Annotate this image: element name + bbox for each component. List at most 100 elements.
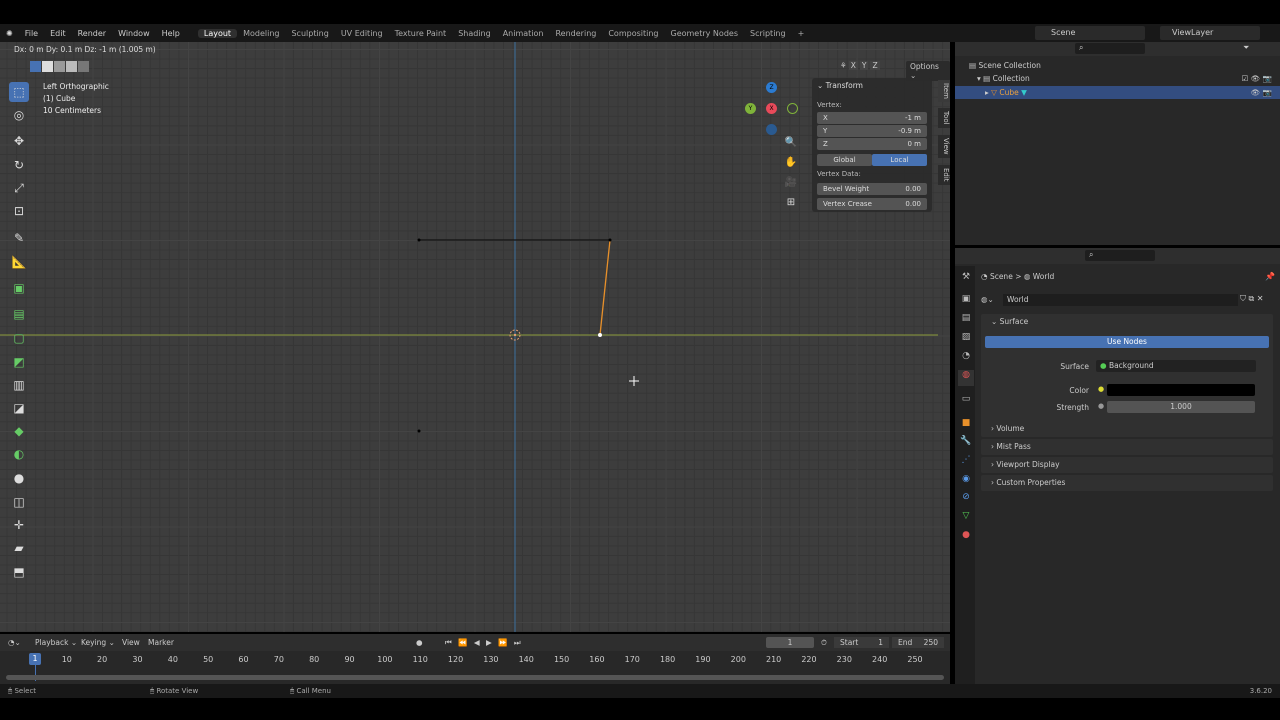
object-tab-icon[interactable]: ■ [958, 418, 974, 434]
annotate-tool[interactable]: ✎ [9, 228, 29, 248]
vertex-crease-field[interactable]: Vertex Crease 0.00 [817, 198, 927, 210]
loop-cut-tool[interactable]: ▥ [9, 375, 29, 395]
custom-properties-panel[interactable]: › Custom Properties [981, 475, 1273, 491]
surface-shader-field[interactable]: ● Background [1096, 360, 1256, 372]
menu-window[interactable]: Window [112, 29, 156, 38]
surface-panel-header[interactable]: ⌄ Surface [991, 317, 1028, 326]
tab-animation[interactable]: Animation [497, 29, 550, 38]
gizmo-z[interactable]: Z [766, 82, 777, 93]
end-frame-field[interactable]: End 250 [892, 637, 944, 648]
strength-field[interactable]: 1.000 [1107, 401, 1255, 413]
physics-tab-icon[interactable]: ◉ [958, 474, 974, 490]
shrink-fatten-tool[interactable]: ✛ [9, 515, 29, 535]
modifier-tab-icon[interactable]: 🔧 [958, 436, 974, 452]
gizmo-x[interactable]: X [766, 103, 777, 114]
color-swatch[interactable] [1107, 384, 1255, 396]
3d-viewport[interactable]: Dx: 0 m Dy: 0.1 m Dz: -1 m (1.005 m) Lef… [0, 42, 950, 632]
add-cube-tool[interactable]: ▣ [9, 278, 29, 298]
tab-geometry-nodes[interactable]: Geometry Nodes [665, 29, 744, 38]
view-menu[interactable]: View [122, 634, 140, 651]
tab-compositing[interactable]: Compositing [602, 29, 664, 38]
rotate-tool[interactable]: ↻ [9, 155, 29, 175]
scene-collection-row[interactable]: ▤ Scene Collection [969, 61, 1041, 70]
marker-menu[interactable]: Marker [148, 634, 174, 651]
extrude-tool[interactable]: ▤ [9, 304, 29, 324]
editor-type-icon[interactable]: ◔⌄ [8, 634, 21, 651]
current-frame-field[interactable]: 1 [766, 637, 814, 648]
scene-tab-icon[interactable]: ◔ [958, 351, 974, 367]
cube-row[interactable]: ▸ ▽ Cube ▼ 👁 📷 [955, 86, 1280, 99]
tab-scripting[interactable]: Scripting [744, 29, 792, 38]
particles-tab-icon[interactable]: ⋰ [958, 455, 974, 471]
vertex-z-field[interactable]: Z 0 m [817, 138, 927, 150]
menu-file[interactable]: File [19, 29, 44, 38]
tab-shading[interactable]: Shading [452, 29, 497, 38]
collection-row[interactable]: ▾ ▤ Collection ☑ 👁 📷 [977, 74, 1272, 83]
filter-icon[interactable]: ⏷ [1243, 43, 1249, 53]
keying-menu[interactable]: Keying ⌄ [81, 634, 115, 651]
measure-tool[interactable]: 📐 [9, 252, 29, 272]
tab-rendering[interactable]: Rendering [549, 29, 602, 38]
tab-modeling[interactable]: Modeling [237, 29, 285, 38]
scale-tool[interactable]: ⤢ [9, 178, 29, 198]
tab-uv-editing[interactable]: UV Editing [335, 29, 389, 38]
tab-item[interactable]: Item [938, 80, 950, 102]
world-name-field[interactable]: World [1003, 294, 1238, 306]
menu-render[interactable]: Render [72, 29, 112, 38]
tab-texture-paint[interactable]: Texture Paint [389, 29, 453, 38]
inset-tool[interactable]: ▢ [9, 328, 29, 348]
start-frame-field[interactable]: Start 1 [834, 637, 889, 648]
smooth-tool[interactable]: ● [9, 468, 29, 488]
visibility-icons[interactable]: ☑ 👁 📷 [1242, 74, 1272, 83]
pin-icon[interactable]: 📌 [1265, 272, 1275, 281]
render-tab-icon[interactable]: ▣ [958, 294, 974, 310]
material-tab-icon[interactable]: ● [958, 530, 974, 546]
cube-visibility-icons[interactable]: 👁 📷 [1251, 86, 1272, 99]
constraints-tab-icon[interactable]: ⊘ [958, 492, 974, 508]
add-workspace-button[interactable]: + [792, 29, 811, 38]
select-box-tool[interactable]: ⬚ [9, 82, 29, 102]
collection-tab-icon[interactable]: ▭ [958, 394, 974, 410]
grid-icon[interactable]: ⊞ [783, 197, 799, 213]
playback-menu[interactable]: Playback ⌄ [35, 634, 77, 651]
blender-logo-icon[interactable]: ✺ [0, 29, 19, 38]
camera-icon[interactable]: 🎥 [783, 177, 799, 193]
global-toggle[interactable]: Global [817, 154, 872, 166]
tab-layout[interactable]: Layout [197, 28, 238, 38]
output-tab-icon[interactable]: ▤ [958, 313, 974, 329]
transform-header[interactable]: Transform [826, 81, 863, 90]
playback-controls[interactable]: ⏮ ⏪ ◀ ▶ ⏩ ⏭ [445, 634, 523, 651]
use-nodes-button[interactable]: Use Nodes [985, 336, 1269, 348]
rip-tool[interactable]: ⬒ [9, 562, 29, 582]
data-tab-icon[interactable]: ▽ [958, 511, 974, 527]
mist-pass-panel[interactable]: › Mist Pass [981, 439, 1273, 455]
vertex-x-field[interactable]: X -1 m [817, 112, 927, 124]
bevel-tool[interactable]: ◩ [9, 352, 29, 372]
view-layer-tab-icon[interactable]: ▨ [958, 332, 974, 348]
record-icon[interactable]: ● [416, 634, 423, 651]
tool-tab-icon[interactable]: ⚒ [958, 272, 974, 288]
view-layer-selector[interactable]: ViewLayer [1160, 26, 1260, 40]
transform-tool[interactable]: ⊡ [9, 201, 29, 221]
move-tool[interactable]: ✥ [9, 131, 29, 151]
world-tab-icon[interactable]: ◍ [958, 370, 974, 386]
playhead[interactable]: 1 [29, 653, 41, 665]
knife-tool[interactable]: ◪ [9, 398, 29, 418]
tab-view[interactable]: View [938, 135, 950, 158]
local-toggle[interactable]: Local [872, 154, 927, 166]
tab-sculpting[interactable]: Sculpting [285, 29, 334, 38]
gizmo-y[interactable]: Y [745, 103, 756, 114]
spin-tool[interactable]: ◐ [9, 444, 29, 464]
menu-edit[interactable]: Edit [44, 29, 72, 38]
stopwatch-icon[interactable]: ⏱ [821, 634, 827, 651]
menu-help[interactable]: Help [156, 29, 186, 38]
bevel-weight-field[interactable]: Bevel Weight 0.00 [817, 183, 927, 195]
vertex-y-field[interactable]: Y -0.9 m [817, 125, 927, 137]
scene-selector[interactable]: Scene [1035, 26, 1145, 40]
zoom-icon[interactable]: 🔍 [783, 137, 799, 153]
tab-tool[interactable]: Tool [938, 108, 950, 128]
poly-build-tool[interactable]: ◆ [9, 421, 29, 441]
tab-edit[interactable]: Edit [938, 165, 950, 185]
gizmo-neg-z[interactable] [766, 124, 777, 135]
shear-tool[interactable]: ▰ [9, 538, 29, 558]
